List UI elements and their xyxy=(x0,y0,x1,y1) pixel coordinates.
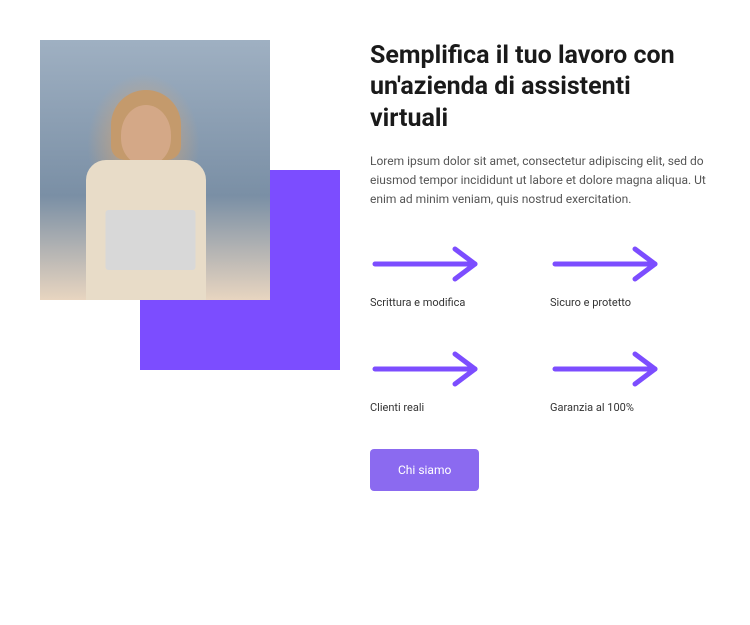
feature-label: Scrittura e modifica xyxy=(370,296,530,309)
feature-item: Scrittura e modifica xyxy=(370,244,530,309)
feature-label: Garanzia al 100% xyxy=(550,401,710,414)
arrow-right-icon xyxy=(550,244,670,284)
page-heading: Semplifica il tuo lavoro con un'azienda … xyxy=(370,40,710,134)
features-grid: Scrittura e modifica Sicuro e protetto xyxy=(370,244,710,414)
feature-label: Sicuro e protetto xyxy=(550,296,710,309)
arrow-right-icon xyxy=(370,349,490,389)
feature-label: Clienti reali xyxy=(370,401,530,414)
page-description: Lorem ipsum dolor sit amet, consectetur … xyxy=(370,152,710,210)
arrow-right-icon xyxy=(370,244,490,284)
feature-item: Clienti reali xyxy=(370,349,530,414)
main-container: Semplifica il tuo lavoro con un'azienda … xyxy=(0,0,750,521)
feature-item: Garanzia al 100% xyxy=(550,349,710,414)
image-section xyxy=(40,40,320,491)
content-section: Semplifica il tuo lavoro con un'azienda … xyxy=(370,40,710,491)
feature-item: Sicuro e protetto xyxy=(550,244,710,309)
hero-photo xyxy=(40,40,270,300)
about-us-button[interactable]: Chi siamo xyxy=(370,449,479,491)
arrow-right-icon xyxy=(550,349,670,389)
